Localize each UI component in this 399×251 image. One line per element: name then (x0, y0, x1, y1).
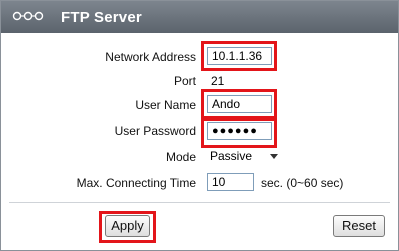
max-connecting-time-hint: sec. (0~60 sec) (261, 176, 344, 190)
divider (9, 202, 390, 203)
user-password-label: User Password (114, 124, 196, 138)
panel-title: FTP Server (61, 9, 142, 26)
chevron-down-icon[interactable] (270, 154, 278, 159)
user-name-field[interactable]: Ando (207, 95, 272, 113)
ftp-server-panel: FTP Server Network Address 10.1.1.36 Por… (0, 0, 399, 251)
dots-icon (12, 11, 44, 21)
port-value: 21 (211, 74, 225, 88)
max-connecting-time-field[interactable]: 10 (207, 173, 254, 191)
reset-button[interactable]: Reset (333, 215, 385, 237)
user-name-label: User Name (135, 98, 196, 112)
panel-header: FTP Server (1, 1, 398, 33)
max-connecting-time-label: Max. Connecting Time (76, 176, 196, 190)
port-label: Port (173, 74, 196, 88)
network-address-field[interactable]: 10.1.1.36 (207, 47, 272, 65)
user-password-field[interactable]: ●●●●●● (207, 122, 272, 140)
mode-label: Mode (165, 150, 196, 164)
apply-button[interactable]: Apply (105, 215, 150, 237)
mode-select-value: Passive (210, 149, 253, 163)
network-address-label: Network Address (105, 50, 196, 64)
